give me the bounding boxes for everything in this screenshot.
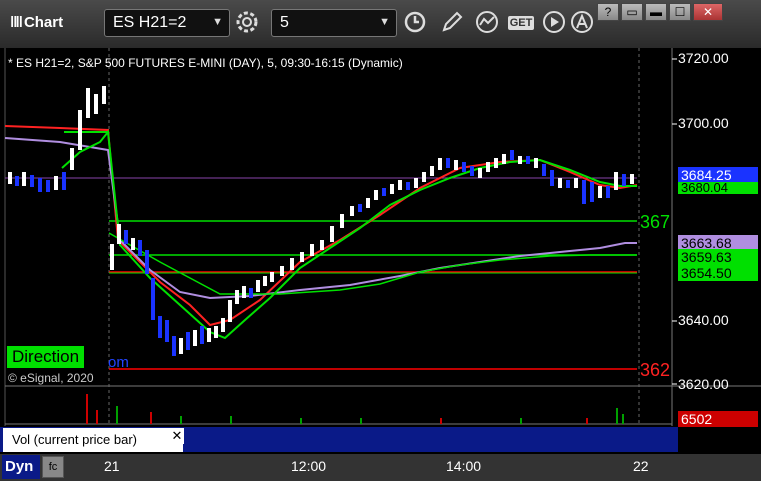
x-tick: 21 [104,458,120,474]
text-fragment: om [108,354,129,371]
copyright: © eSignal, 2020 [8,371,94,385]
minimize-button[interactable]: ▬ [645,3,667,21]
get-icon: GET [507,16,535,30]
symbol-combobox[interactable]: ES H21=2 ▼ [104,9,230,37]
chevron-down-icon: ▼ [379,16,390,28]
window-title: Chart [23,14,64,31]
chart-header: * ES H21=2, S&P 500 FUTURES E-MINI (DAY)… [8,56,403,70]
green-ma-price-label: 3680.04 [678,182,758,194]
y-tick: 3700.00 [678,115,729,131]
help-button[interactable]: ? [597,3,619,21]
studies-button[interactable] [473,9,501,37]
fc-toggle-button[interactable]: fc [42,456,64,478]
maximize-button[interactable]: ☐ [669,3,691,21]
draw-tools-button[interactable] [438,9,466,37]
y-tick: 3720.00 [678,50,729,66]
green-level-price-label: 3659.63 [678,249,758,265]
link-settings-icon[interactable] [233,9,261,37]
interval-combobox[interactable]: 5 ▼ [271,9,397,37]
chart-background [0,48,761,481]
y-tick: 3620.00 [678,376,729,392]
grip-icon: ‖‖ [10,14,23,31]
red-level-label: 362 [640,360,670,380]
x-tick: 22 [633,458,649,474]
study-icon [476,11,498,33]
price-chart[interactable]: 3720.00 3700.00 3640.00 3620.00 367 362 [0,48,761,481]
alert-a-icon [571,11,593,33]
interval-value: 5 [280,14,289,31]
restore-button[interactable]: ▭ [621,3,643,21]
get-button[interactable]: GET [507,9,535,37]
y-tick: 3640.00 [678,312,729,328]
last-price-label: 3684.25 [678,167,758,183]
close-button[interactable]: ✕ [693,3,723,21]
green-level-label: 367 [640,212,670,232]
time-template-button[interactable] [401,9,429,37]
app-title[interactable]: ‖‖ Chart [10,14,63,31]
play-icon [543,11,565,33]
x-tick: 14:00 [446,458,482,474]
symbol-value: ES H21=2 [113,14,187,31]
green-level-price-label: 3654.50 [678,265,758,281]
direction-label: Direction [7,346,85,368]
dynamic-mode-button[interactable]: Dyn [2,455,40,479]
volume-study-label[interactable]: Vol (current price bar) [3,428,183,452]
clock-icon [404,11,426,33]
x-tick: 12:00 [291,458,327,474]
play-button[interactable] [540,9,568,37]
alert-button[interactable] [568,9,596,37]
volume-value-label: 6502 [678,411,758,427]
gear-icon [236,11,258,33]
close-study-icon[interactable]: ✕ [170,428,184,444]
chevron-down-icon: ▼ [212,16,223,28]
pencil-icon [442,11,463,32]
